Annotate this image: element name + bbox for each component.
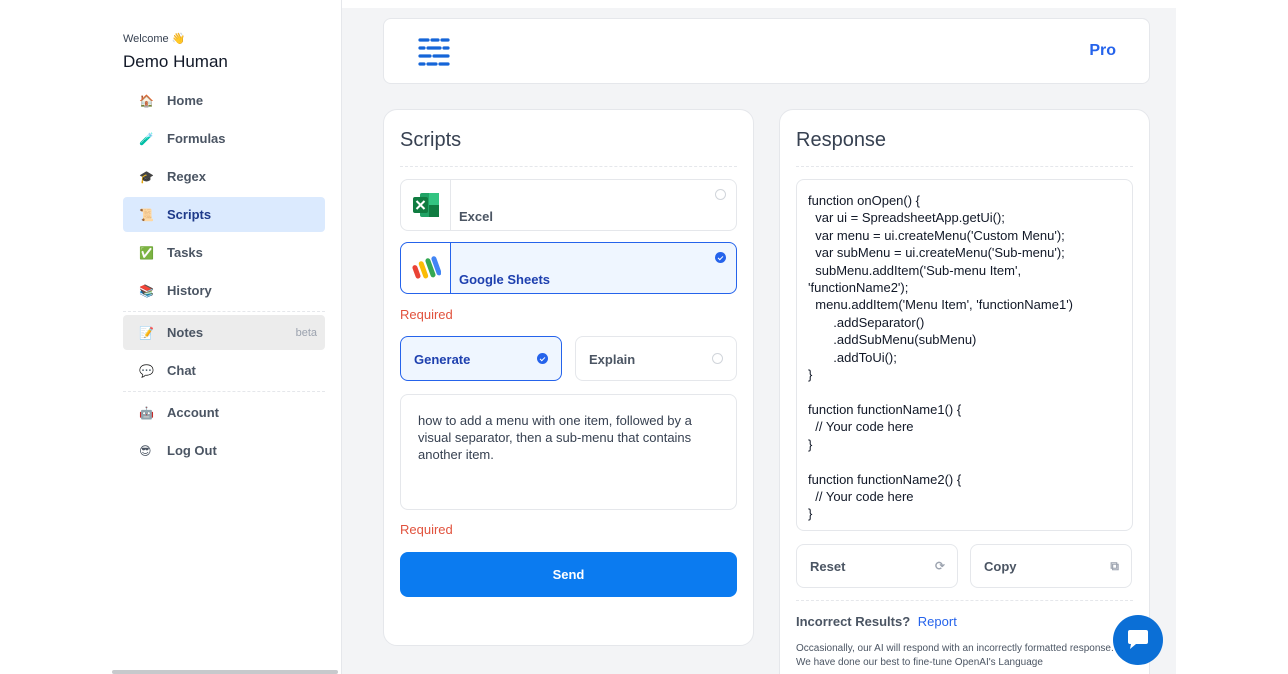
user-name: Demo Human — [123, 52, 228, 71]
explain-button[interactable]: Explain — [575, 336, 737, 381]
incorrect-results: Incorrect Results? Report — [796, 614, 957, 629]
card-divider — [400, 166, 737, 167]
excel-icon-box — [401, 180, 451, 230]
disclaimer-text: Occasionally, our AI will respond with a… — [796, 643, 1114, 668]
sidebar-item-label: History — [167, 283, 212, 298]
sidebar-item-regex[interactable]: 🎓 Regex — [123, 159, 325, 194]
sidebar-item-label: Notes — [167, 325, 204, 340]
send-button[interactable]: Send — [400, 552, 737, 597]
sidebar-item-label: Home — [167, 93, 204, 108]
home-icon: 🏠 — [139, 93, 154, 108]
copy-button[interactable]: Copy ⧉ — [970, 544, 1132, 588]
sidebar-item-label: Chat — [167, 363, 196, 378]
prompt-input[interactable]: how to add a menu with one item, followe… — [400, 394, 737, 510]
reset-label: Reset — [810, 559, 846, 574]
google-apps-script-icon — [411, 256, 441, 279]
sidebar-item-chat[interactable]: 💬 Chat — [123, 353, 325, 388]
reset-button[interactable]: Reset ⟳ — [796, 544, 958, 588]
chat-widget-button[interactable] — [1113, 615, 1163, 665]
copy-icon: ⧉ — [1110, 559, 1119, 573]
option-google-sheets[interactable]: Google Sheets — [400, 242, 737, 294]
sidebar: Welcome 👋 Demo Human 🏠 Home 🧪 Formulas 🎓… — [112, 0, 342, 674]
nav-divider — [123, 311, 325, 312]
sidebar-item-label: Account — [167, 405, 219, 420]
google-sheets-icon-box — [401, 243, 451, 293]
check-mark-icon: ✅ — [139, 245, 154, 260]
radio-checked-icon — [537, 353, 548, 364]
copy-label: Copy — [984, 559, 1017, 574]
sidebar-item-label: Scripts — [167, 207, 212, 222]
sidebar-item-notes[interactable]: 📝 Notes beta — [123, 315, 325, 350]
sidebar-item-history[interactable]: 📚 History — [123, 273, 325, 308]
sidebar-item-label: Tasks — [167, 245, 203, 260]
plan-badge[interactable]: Pro — [1089, 42, 1116, 60]
scripts-card: Scripts Excel Google Sheets Required Gen… — [383, 109, 754, 646]
nav-divider — [123, 391, 325, 392]
incorrect-label: Incorrect Results? — [796, 614, 911, 629]
sunglasses-icon: 😎 — [139, 443, 152, 458]
report-link[interactable]: Report — [918, 614, 957, 629]
option-label: Excel — [459, 209, 493, 224]
sidebar-nav: 🏠 Home 🧪 Formulas 🎓 Regex 📜 Scripts ✅ Ta… — [123, 83, 325, 471]
response-code[interactable]: function onOpen() { var ui = Spreadsheet… — [796, 179, 1133, 531]
card-divider — [796, 166, 1133, 167]
sidebar-item-scripts[interactable]: 📜 Scripts — [123, 197, 325, 232]
sidebar-item-tasks[interactable]: ✅ Tasks — [123, 235, 325, 270]
robot-icon: 🤖 — [139, 405, 154, 420]
top-bar: Pro — [383, 18, 1150, 84]
chat-icon — [1128, 630, 1148, 649]
scripts-title: Scripts — [400, 129, 462, 151]
generate-label: Generate — [414, 352, 471, 367]
option-excel[interactable]: Excel — [400, 179, 737, 231]
option-label: Google Sheets — [459, 272, 551, 287]
card-divider — [796, 600, 1133, 601]
radio-unchecked-icon[interactable] — [715, 189, 726, 200]
graduation-cap-icon: 🎓 — [139, 169, 154, 184]
explain-label: Explain — [589, 352, 636, 367]
radio-unchecked-icon — [712, 353, 723, 364]
test-tube-icon: 🧪 — [139, 131, 154, 146]
main-content: Pro Scripts Excel Google Sheets Required… — [342, 8, 1176, 674]
sidebar-scrollbar[interactable] — [112, 670, 338, 674]
refresh-icon: ⟳ — [934, 559, 945, 573]
scroll-icon: 📜 — [139, 207, 154, 222]
required-text: Required — [400, 307, 453, 322]
memo-icon: 📝 — [139, 325, 154, 340]
generate-button[interactable]: Generate — [400, 336, 562, 381]
sidebar-item-label: Log Out — [167, 443, 217, 458]
radio-checked-icon[interactable] — [715, 252, 726, 263]
app-logo-icon[interactable] — [418, 37, 450, 67]
beta-badge: beta — [295, 326, 317, 339]
response-card: Response function onOpen() { var ui = Sp… — [779, 109, 1150, 674]
sidebar-item-label: Regex — [167, 169, 207, 184]
sidebar-item-label: Formulas — [167, 131, 226, 146]
sidebar-item-logout[interactable]: 😎 Log Out — [123, 433, 325, 468]
sidebar-item-account[interactable]: 🤖 Account — [123, 395, 325, 430]
sidebar-item-formulas[interactable]: 🧪 Formulas — [123, 121, 325, 156]
excel-icon — [412, 193, 439, 217]
required-text: Required — [400, 522, 453, 537]
sidebar-item-home[interactable]: 🏠 Home — [123, 83, 325, 118]
books-icon: 📚 — [139, 283, 154, 298]
response-title: Response — [796, 129, 887, 151]
welcome-text: Welcome 👋 — [123, 33, 186, 45]
speech-bubble-icon: 💬 — [139, 363, 154, 378]
